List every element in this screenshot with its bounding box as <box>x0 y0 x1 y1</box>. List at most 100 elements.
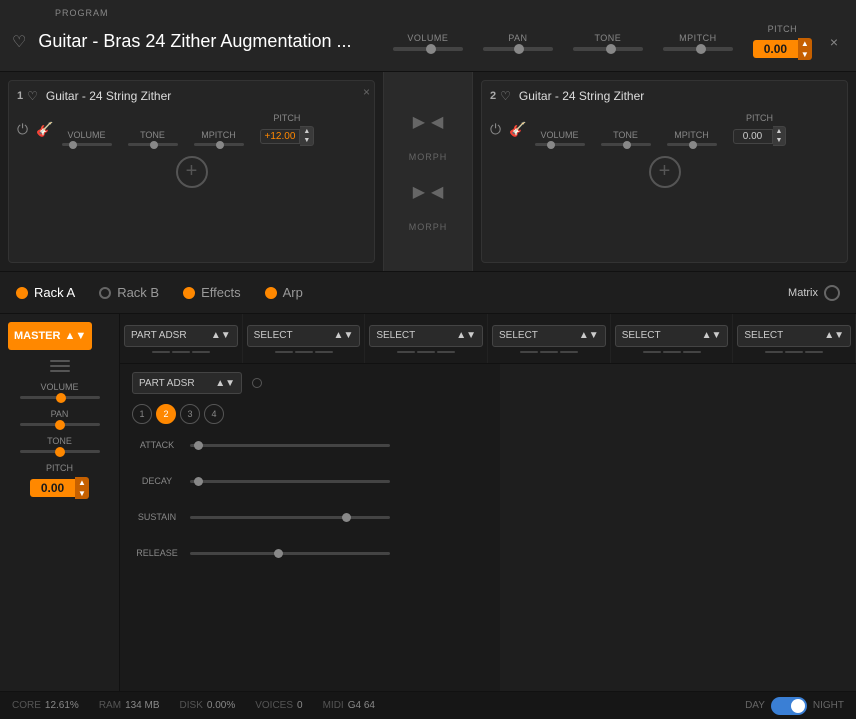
left-pitch-up[interactable]: ▲ <box>75 477 89 488</box>
rack-a-dot <box>16 287 28 299</box>
layer-1-pitch-down[interactable]: ▼ <box>300 136 313 145</box>
layer-2-sliders: VOLUME TONE MPITCH PITCH 0.00 ▲ <box>535 113 787 146</box>
master-select[interactable]: MASTER ▲▼ <box>8 322 92 350</box>
master-lines <box>8 360 111 372</box>
layer-1-pitch: PITCH +12.00 ▲ ▼ <box>260 113 315 146</box>
tab-rack-a[interactable]: Rack A <box>16 285 75 300</box>
core-value: 12.61% <box>45 700 79 711</box>
layer-2-vol-slider[interactable] <box>535 143 585 146</box>
layer-1-num: 1 <box>17 90 23 102</box>
effect-line-4-2 <box>663 351 681 353</box>
adsr-panel: PART ADSR ▲▼ 1 2 3 4 <box>120 364 500 691</box>
effect-lines-1 <box>275 351 333 353</box>
left-pitch-box: 0.00 ▲ ▼ <box>30 477 89 499</box>
left-volume-slider[interactable] <box>20 396 100 399</box>
left-tone-slider[interactable] <box>20 450 100 453</box>
effect-select-5[interactable]: SELECT ▲▼ <box>737 325 851 347</box>
layer-2-pitch-down[interactable]: ▼ <box>773 136 786 145</box>
layer-1-pitch-val: +12.00 <box>260 129 301 144</box>
tab-rack-b[interactable]: Rack B <box>99 285 159 300</box>
left-tone-group: TONE <box>8 436 111 453</box>
effect-line-0-1 <box>152 351 170 353</box>
layer-2-controls: ⏻ 🎸 VOLUME TONE MPITCH PITCH <box>490 113 839 146</box>
pan-control: PAN <box>483 33 553 51</box>
add-layer-1-button[interactable]: + <box>176 156 208 188</box>
layer-2-power[interactable]: ⏻ <box>490 121 501 138</box>
pitch-up-arrow[interactable]: ▲ <box>798 38 812 49</box>
left-pan-thumb <box>55 420 65 430</box>
layer-2-pitch-label: PITCH <box>746 113 773 123</box>
morph-left-arrow[interactable]: ▶ <box>413 112 425 132</box>
layer-1-pitch-up[interactable]: ▲ <box>300 127 313 136</box>
attack-row: ATTACK <box>132 430 488 460</box>
left-pitch-down[interactable]: ▼ <box>75 488 89 499</box>
release-row: RELEASE <box>132 538 488 568</box>
core-status: CORE 12.61% <box>12 700 79 711</box>
layer-2-icon: 🎸 <box>509 121 526 138</box>
layer-1-power[interactable]: ⏻ <box>17 121 28 138</box>
layer-1-mpitch-slider[interactable] <box>194 143 244 146</box>
decay-slider[interactable] <box>190 480 390 483</box>
close-button[interactable]: × <box>824 30 844 54</box>
release-slider[interactable] <box>190 552 390 555</box>
sustain-row: SUSTAIN <box>132 502 488 532</box>
layer-2-mpitch-slider[interactable] <box>667 143 717 146</box>
layer-1-pitch-box: +12.00 ▲ ▼ <box>260 126 315 146</box>
favorite-button[interactable]: ♡ <box>12 32 26 52</box>
mpitch-slider[interactable] <box>663 47 733 51</box>
effect-line-0-3 <box>192 351 210 353</box>
part-adsr-select[interactable]: PART ADSR ▲▼ <box>132 372 242 394</box>
layer-1-vol-slider[interactable] <box>62 143 112 146</box>
pan-slider[interactable] <box>483 47 553 51</box>
tone-thumb <box>606 44 616 54</box>
left-pan-group: PAN <box>8 409 111 426</box>
part-select-row: PART ADSR ▲▼ <box>132 372 488 394</box>
effect-select-4[interactable]: SELECT ▲▼ <box>615 325 729 347</box>
night-label: NIGHT <box>813 700 844 711</box>
tab-arp[interactable]: Arp <box>265 285 303 300</box>
left-volume-label: VOLUME <box>40 382 78 392</box>
matrix-circle <box>824 285 840 301</box>
effect-select-1[interactable]: SELECT ▲▼ <box>247 325 361 347</box>
layer-2-favorite[interactable]: ♡ <box>500 89 511 103</box>
morph-right-arrow[interactable]: ◀ <box>431 112 443 132</box>
left-volume-group: VOLUME <box>8 382 111 399</box>
left-tone-label: TONE <box>47 436 72 446</box>
adsr-area: PART ADSR ▲▼ 1 2 3 4 <box>120 364 856 691</box>
morph-left-arrow-2[interactable]: ▶ <box>413 182 425 202</box>
part-dot-1[interactable]: 1 <box>132 404 152 424</box>
layer-2-pitch-up[interactable]: ▲ <box>773 127 786 136</box>
day-night-switch[interactable] <box>771 697 807 715</box>
effects-panel: PART ADSR ▲▼ SELECT ▲▼ <box>120 314 856 691</box>
matrix-tab[interactable]: Matrix <box>788 285 840 301</box>
effect-chevron-2: ▲▼ <box>456 330 476 341</box>
layer-1-favorite[interactable]: ♡ <box>27 89 38 103</box>
release-thumb <box>274 549 283 558</box>
sustain-slider[interactable] <box>190 516 390 519</box>
nav-tabs: Rack A Rack B Effects Arp Matrix <box>0 272 856 314</box>
main-content: MASTER ▲▼ VOLUME PAN TONE <box>0 314 856 691</box>
add-layer-2-button[interactable]: + <box>649 156 681 188</box>
layer-1-close[interactable]: × <box>363 85 370 99</box>
effect-select-2[interactable]: SELECT ▲▼ <box>369 325 483 347</box>
left-pan-slider[interactable] <box>20 423 100 426</box>
effect-lines-4 <box>643 351 701 353</box>
part-dot-3[interactable]: 3 <box>180 404 200 424</box>
attack-slider[interactable] <box>190 444 390 447</box>
morph-right-arrow-2[interactable]: ◀ <box>431 182 443 202</box>
layer-2-name: Guitar - 24 String Zither <box>519 89 644 103</box>
tone-slider[interactable] <box>573 47 643 51</box>
tab-effects[interactable]: Effects <box>183 285 241 300</box>
part-dot-4[interactable]: 4 <box>204 404 224 424</box>
layer-1-tone-slider[interactable] <box>128 143 178 146</box>
empty-effects-area <box>500 364 856 691</box>
volume-slider[interactable] <box>393 47 463 51</box>
effect-select-3[interactable]: SELECT ▲▼ <box>492 325 606 347</box>
part-dot-2[interactable]: 2 <box>156 404 176 424</box>
layer-2-tone-slider[interactable] <box>601 143 651 146</box>
effect-select-0[interactable]: PART ADSR ▲▼ <box>124 325 238 347</box>
effect-label-2: SELECT <box>376 330 415 341</box>
pitch-down-arrow[interactable]: ▼ <box>798 49 812 60</box>
layer-2-tone: TONE <box>601 130 651 146</box>
decay-label: DECAY <box>132 476 182 486</box>
